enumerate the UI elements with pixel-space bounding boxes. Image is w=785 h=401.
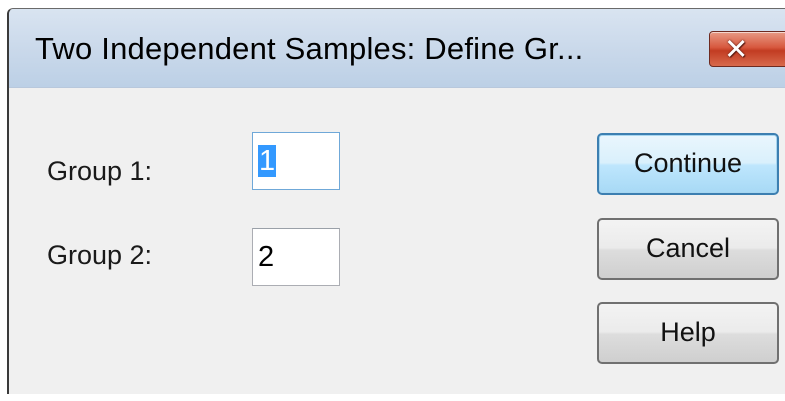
continue-button[interactable]: Continue (597, 133, 779, 195)
title-bar[interactable]: Two Independent Samples: Define Gr... ✕ (9, 9, 785, 88)
group2-label: Group 2: (47, 240, 153, 270)
define-groups-dialog: Two Independent Samples: Define Gr... ✕ … (7, 8, 785, 394)
cancel-button[interactable]: Cancel (597, 218, 779, 280)
close-button[interactable]: ✕ (709, 31, 785, 67)
group1-value: 1 (258, 145, 277, 177)
dialog-title: Two Independent Samples: Define Gr... (35, 31, 584, 66)
group2-value: 2 (258, 241, 275, 273)
dialog-body: Group 1: 1 Group 2: 2 Continue Cancel He… (9, 88, 785, 394)
group1-input[interactable]: 1 (252, 132, 340, 190)
group1-label: Group 1: (47, 156, 153, 186)
help-button[interactable]: Help (597, 302, 779, 364)
close-icon: ✕ (724, 32, 749, 66)
group2-input[interactable]: 2 (252, 228, 340, 286)
